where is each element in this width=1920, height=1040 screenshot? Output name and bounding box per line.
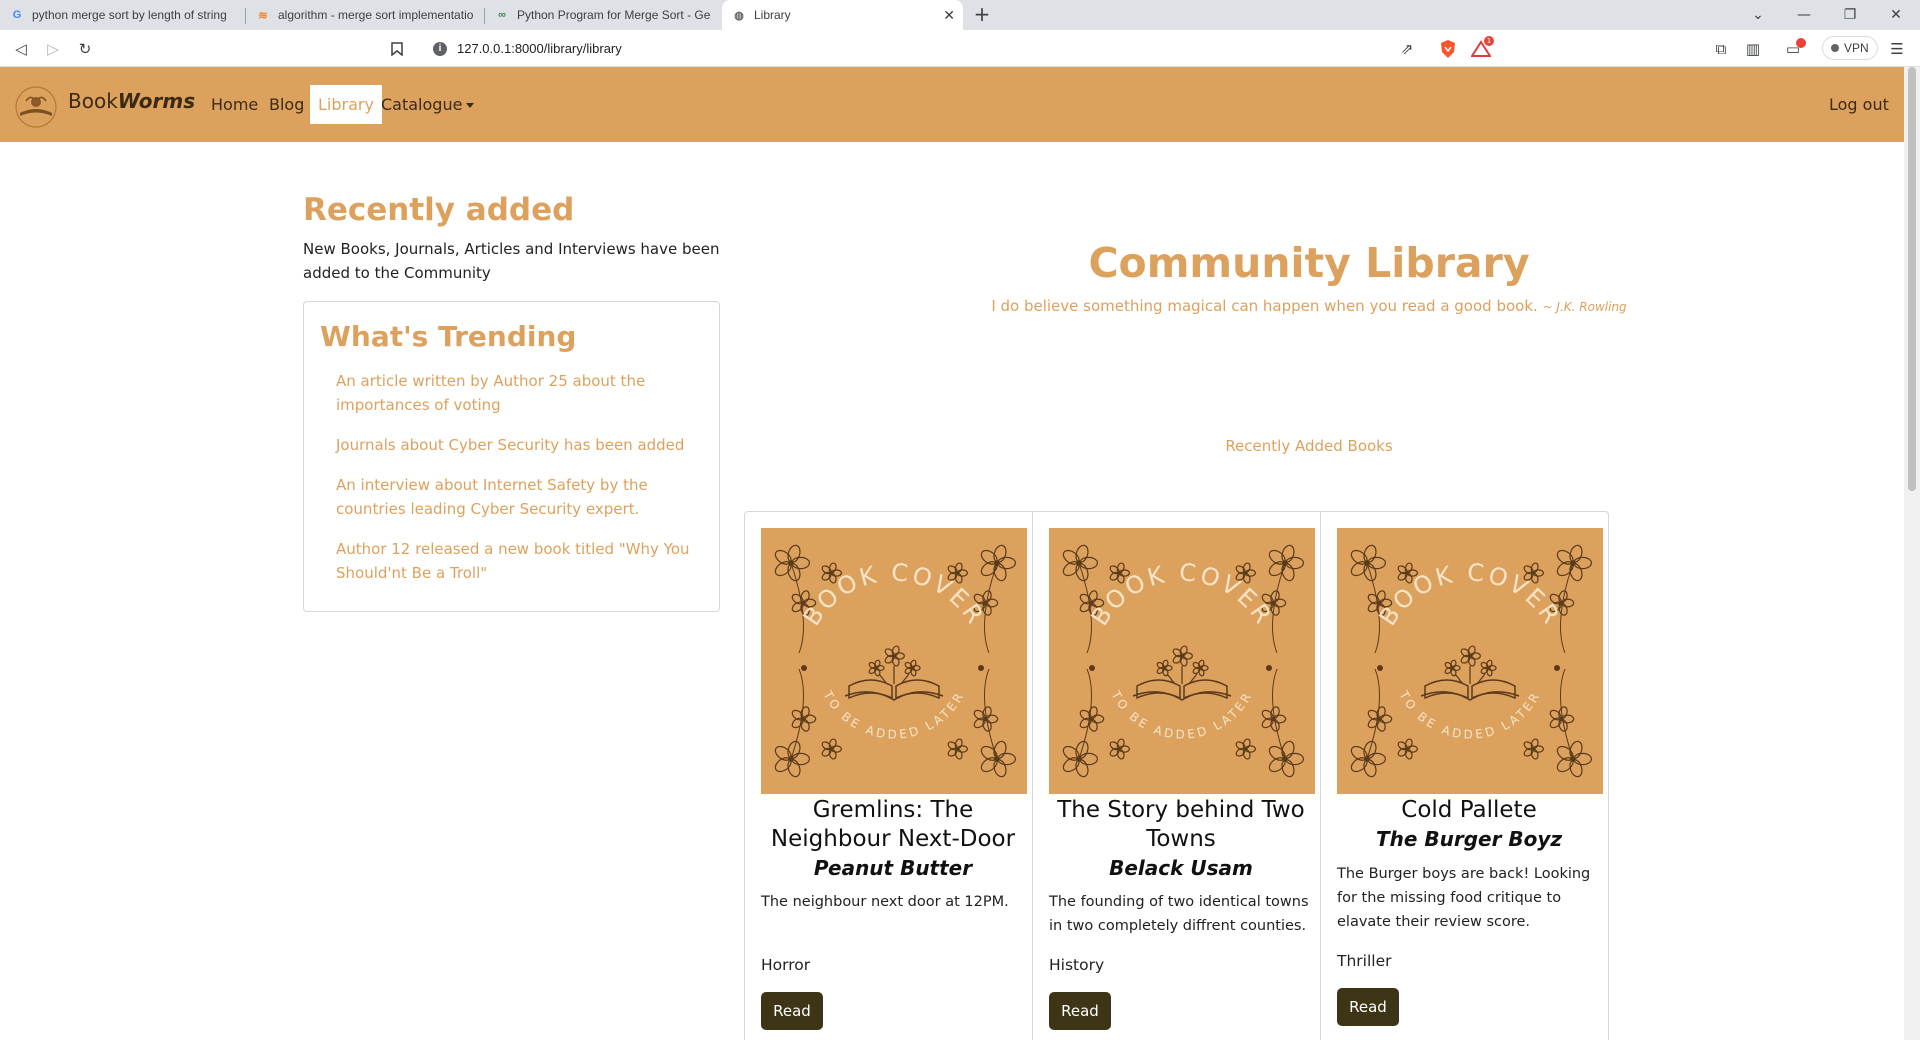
book-card: BOOK COVER TO BE ADDED LATER The Story be… [1032, 511, 1321, 1040]
forward-icon[interactable]: ▷ [42, 38, 64, 60]
scrollbar-thumb[interactable] [1908, 67, 1916, 491]
browser-tab[interactable]: ∞ Python Program for Merge Sort - Geeks [485, 0, 720, 30]
wallet-badge [1796, 38, 1806, 48]
svg-text:TO BE ADDED LATER: TO BE ADDED LATER [1108, 688, 1255, 742]
page-viewport: BookWorms Home Blog Library Catalogue Lo… [0, 67, 1904, 1040]
recently-added-text: New Books, Journals, Articles and Interv… [303, 240, 720, 282]
rewards-badge: 1 [1484, 36, 1494, 46]
close-tab-icon[interactable]: ✕ [943, 7, 955, 24]
book-genre: History [1049, 956, 1105, 974]
book-title: Cold Pallete [1401, 797, 1537, 823]
book-cover-image: BOOK COVER TO BE ADDED LATER [761, 528, 1027, 794]
restore-button[interactable]: ❐ [1827, 0, 1873, 30]
trending-card: What's Trending An article written by Au… [303, 301, 720, 612]
new-tab-button[interactable]: + [970, 3, 994, 27]
book-description: The Burger boys are back! Looking for th… [1337, 866, 1591, 930]
trending-item[interactable]: Journals about Cyber Security has been a… [336, 433, 701, 457]
book-description: The neighbour next door at 12PM. [761, 894, 1009, 910]
logout-link[interactable]: Log out [1829, 95, 1889, 114]
browser-tab-bar: G python merge sort by length of string … [0, 0, 1920, 30]
reload-icon[interactable]: ↻ [74, 38, 96, 60]
book-genre: Thriller [1337, 952, 1392, 970]
vpn-button[interactable]: VPN [1822, 36, 1878, 60]
browser-tab-active[interactable]: ◍ Library ✕ [722, 0, 963, 30]
back-icon[interactable]: ◁ [10, 38, 32, 60]
book-author: The Burger Boyz [1375, 827, 1563, 851]
close-window-button[interactable]: ✕ [1873, 0, 1919, 30]
book-description: The founding of two identical towns in t… [1049, 894, 1309, 934]
book-cover-image: BOOK COVER TO BE ADDED LATER [1049, 528, 1315, 794]
extensions-icon[interactable]: ⧉ [1710, 38, 1732, 60]
site-navbar: BookWorms Home Blog Library Catalogue Lo… [0, 67, 1904, 142]
globe-icon: ◍ [734, 9, 744, 22]
book-genre: Horror [761, 956, 811, 974]
brave-rewards-icon[interactable]: 1 [1470, 36, 1494, 60]
browser-toolbar: ◁ ▷ ↻ i 127.0.0.1:8000/library/library ⇗… [0, 30, 1920, 67]
nav-catalogue-dropdown[interactable]: Catalogue [381, 95, 475, 114]
share-icon[interactable]: ⇗ [1396, 38, 1418, 60]
page-scrollbar[interactable] [1904, 67, 1920, 1040]
caret-down-icon [466, 103, 475, 108]
url-text: 127.0.0.1:8000/library/library [457, 41, 622, 56]
svg-text:TO BE ADDED LATER: TO BE ADDED LATER [820, 688, 967, 742]
book-title: The Story behind Two Towns [1057, 797, 1305, 852]
stackoverflow-icon: ≋ [258, 9, 268, 22]
site-info-icon[interactable]: i [433, 41, 447, 56]
book-author: Belack Usam [1109, 856, 1253, 880]
brave-shields-icon[interactable] [1437, 38, 1459, 60]
geeksforgeeks-icon: ∞ [498, 9, 506, 21]
google-icon: G [12, 9, 22, 21]
nav-blog[interactable]: Blog [269, 95, 304, 114]
trending-item[interactable]: Author 12 released a new book titled "Wh… [336, 537, 701, 585]
wallet-icon[interactable]: ▭ [1782, 38, 1806, 60]
read-button[interactable]: Read [761, 992, 823, 1030]
trending-item[interactable]: An article written by Author 25 about th… [336, 369, 701, 417]
tab-search-icon[interactable]: ⌄ [1735, 0, 1781, 30]
book-title: Gremlins: The Neighbour Next-Door [770, 797, 1016, 852]
book-card: BOOK COVER TO BE ADDED LATER Cold Pallete… [1320, 511, 1609, 1040]
minimize-button[interactable]: — [1781, 0, 1827, 30]
recently-added-books-label: Recently Added Books [1225, 437, 1393, 455]
sidebar-icon[interactable]: ▥ [1742, 38, 1764, 60]
library-quote: I do believe something magical can happe… [991, 297, 1627, 315]
book-author: Peanut Butter [813, 856, 973, 880]
browser-tab[interactable]: ≋ algorithm - merge sort implementation [246, 0, 484, 30]
recently-added-heading: Recently added [303, 192, 575, 228]
nav-library[interactable]: Library [310, 85, 382, 124]
trending-item[interactable]: An interview about Internet Safety by th… [336, 473, 701, 521]
book-cover-image: BOOK COVER TO BE ADDED LATER [1337, 528, 1603, 794]
bookmark-icon[interactable] [386, 38, 408, 60]
svg-text:TO BE ADDED LATER: TO BE ADDED LATER [1396, 688, 1543, 742]
trending-heading: What's Trending [320, 320, 577, 353]
nav-home[interactable]: Home [211, 95, 258, 114]
brand-name[interactable]: BookWorms [68, 89, 195, 113]
quote-author: ~ J.K. Rowling [1542, 300, 1627, 314]
book-card: BOOK COVER TO BE ADDED LATER Gremlins: Th… [744, 511, 1033, 1040]
read-button[interactable]: Read [1337, 988, 1399, 1026]
community-library-heading: Community Library [1088, 239, 1530, 287]
bookworms-logo-icon[interactable] [12, 85, 60, 129]
address-bar[interactable]: i 127.0.0.1:8000/library/library [425, 34, 1420, 63]
menu-icon[interactable]: ☰ [1886, 38, 1908, 60]
read-button[interactable]: Read [1049, 992, 1111, 1030]
vpn-status-icon [1831, 44, 1839, 52]
browser-tab[interactable]: G python merge sort by length of string [0, 0, 245, 30]
